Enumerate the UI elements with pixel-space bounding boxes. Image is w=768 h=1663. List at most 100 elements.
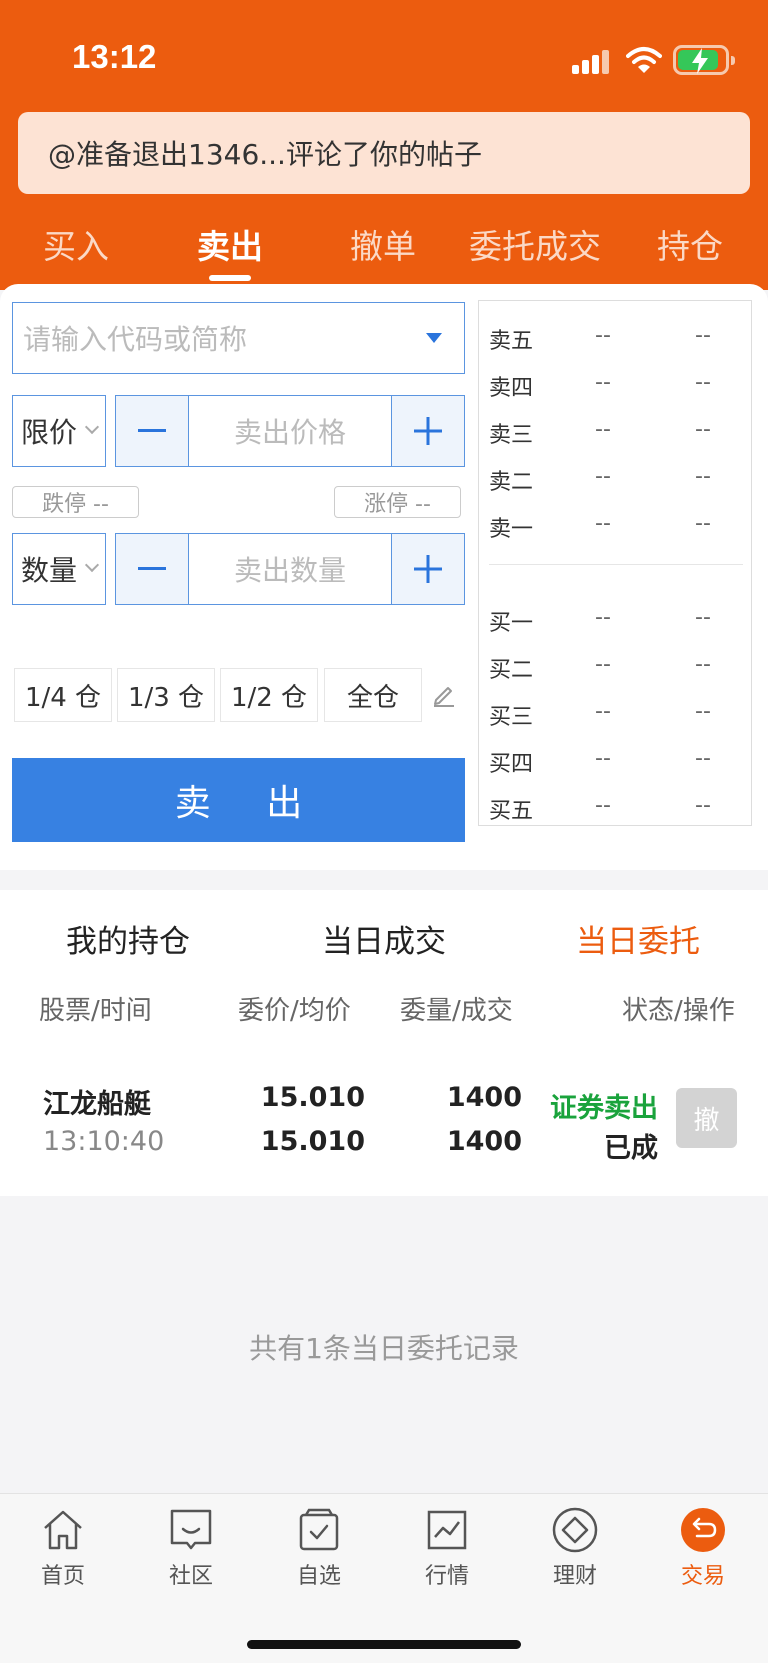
tab-cancel-order[interactable]: 撤单 [350, 220, 416, 268]
order-book-row: 卖二 -- -- [489, 464, 743, 495]
level-label: 卖四 [489, 376, 534, 401]
position-half-button[interactable]: 1/2 仓 [220, 668, 318, 722]
nav-community[interactable]: 社区 [136, 1506, 246, 1590]
chevron-down-icon [84, 419, 100, 435]
bottom-nav: 首页 社区 自选 行情 理财 交易 [0, 1493, 768, 1663]
limit-up-chip: 涨停 -- [334, 486, 461, 518]
trade-tabs: 买入 卖出 撤单 委托成交 持仓 [0, 210, 768, 282]
market-icon [427, 1510, 467, 1550]
quantity-type-select[interactable]: 数量 [12, 533, 106, 605]
level-volume: -- [695, 370, 711, 395]
active-tab-indicator [209, 275, 251, 281]
level-price: -- [595, 511, 611, 536]
column-header-stock-time: 股票/时间 [39, 996, 152, 1026]
nav-watchlist-label: 自选 [296, 1564, 341, 1589]
tab-today-orders[interactable]: 当日委托 [576, 916, 700, 961]
level-label: 买四 [489, 752, 534, 777]
trade-panel: 请输入代码或简称 限价 卖出价格 跌停 -- 涨停 -- 数量 卖出数量 1/4… [0, 284, 768, 870]
minus-icon [138, 567, 166, 570]
order-book-row: 卖三 -- -- [489, 417, 743, 448]
level-price: -- [595, 323, 611, 348]
plus-icon [414, 417, 442, 445]
price-decrease-button[interactable] [116, 396, 189, 466]
position-quarter-button[interactable]: 1/4 仓 [14, 668, 112, 722]
quantity-decrease-button[interactable] [116, 534, 189, 604]
minus-icon [138, 429, 166, 432]
nav-home-label: 首页 [40, 1564, 85, 1589]
records-summary: 共有1条当日委托记录 [249, 1332, 519, 1365]
price-type-value: 限价 [21, 416, 78, 449]
price-stepper: 卖出价格 [115, 395, 465, 467]
dropdown-arrow-icon[interactable] [426, 333, 442, 343]
home-icon [44, 1510, 82, 1550]
order-price: 15.010 [260, 1082, 365, 1113]
nav-home[interactable]: 首页 [8, 1506, 118, 1590]
level-volume: -- [695, 652, 711, 677]
column-header-price: 委价/均价 [238, 996, 351, 1026]
order-type: 证券卖出 [550, 1093, 658, 1124]
wifi-icon [626, 47, 662, 73]
level-price: -- [595, 793, 611, 818]
header: 13:12 @准备退出1346...评论了你的帖子 买入 卖出 撤单 委托成交 … [0, 0, 768, 290]
trade-icon [681, 1508, 725, 1552]
wealth-icon [552, 1507, 598, 1553]
sell-submit-button[interactable]: 卖 出 [12, 758, 465, 842]
price-input[interactable]: 卖出价格 [189, 396, 391, 466]
level-volume: -- [695, 323, 711, 348]
level-price: -- [595, 417, 611, 442]
cancel-order-button[interactable]: 撤 [676, 1088, 737, 1148]
level-label: 买二 [489, 658, 534, 683]
level-label: 买一 [489, 611, 534, 636]
order-book-row: 买五 -- -- [489, 793, 743, 824]
level-volume: -- [695, 699, 711, 724]
community-icon [170, 1509, 212, 1550]
level-label: 买三 [489, 705, 534, 730]
position-full-button[interactable]: 全仓 [324, 668, 422, 722]
average-price: 15.010 [260, 1126, 365, 1157]
order-quantity: 1400 [446, 1082, 522, 1113]
limit-down-chip: 跌停 -- [12, 486, 139, 518]
notification-text: @准备退出1346...评论了你的帖子 [48, 138, 482, 171]
edit-pencil-icon[interactable] [430, 680, 458, 708]
level-label: 卖一 [489, 517, 534, 542]
level-price: -- [595, 370, 611, 395]
order-time: 13:10:40 [43, 1126, 165, 1157]
quantity-input[interactable]: 卖出数量 [189, 534, 391, 604]
tab-holdings[interactable]: 持仓 [657, 220, 723, 268]
order-book-row: 买三 -- -- [489, 699, 743, 730]
order-book-row: 买二 -- -- [489, 652, 743, 683]
nav-market-label: 行情 [424, 1564, 469, 1589]
order-status: 已成 [604, 1133, 658, 1164]
price-type-select[interactable]: 限价 [12, 395, 106, 467]
level-label: 买五 [489, 799, 534, 824]
level-volume: -- [695, 464, 711, 489]
plus-icon [414, 555, 442, 583]
tab-buy[interactable]: 买入 [43, 220, 109, 268]
order-book: 卖五 -- -- 卖四 -- -- 卖三 -- -- 卖二 -- -- 卖一 -… [478, 300, 752, 826]
stock-code-placeholder: 请输入代码或简称 [23, 323, 248, 356]
column-header-status: 状态/操作 [622, 996, 735, 1026]
tab-my-holdings[interactable]: 我的持仓 [66, 916, 190, 961]
nav-wealth[interactable]: 理财 [520, 1506, 630, 1590]
level-price: -- [595, 464, 611, 489]
price-increase-button[interactable] [391, 396, 464, 466]
chevron-down-icon [84, 557, 100, 573]
level-volume: -- [695, 793, 711, 818]
level-price: -- [595, 605, 611, 630]
order-book-divider [489, 564, 743, 565]
nav-watchlist[interactable]: 自选 [264, 1506, 374, 1590]
tab-today-trades[interactable]: 当日成交 [322, 916, 446, 961]
tab-orders-trades[interactable]: 委托成交 [469, 220, 601, 268]
order-book-row: 卖一 -- -- [489, 511, 743, 542]
level-price: -- [595, 746, 611, 771]
nav-trade[interactable]: 交易 [648, 1506, 758, 1590]
nav-market[interactable]: 行情 [392, 1506, 502, 1590]
comment-notification[interactable]: @准备退出1346...评论了你的帖子 [18, 112, 750, 194]
tab-sell[interactable]: 卖出 [197, 220, 263, 268]
quantity-increase-button[interactable] [391, 534, 464, 604]
stock-name: 江龙船艇 [43, 1089, 151, 1120]
orders-section: 我的持仓 当日成交 当日委托 股票/时间 委价/均价 委量/成交 状态/操作 江… [0, 890, 768, 1196]
position-third-button[interactable]: 1/3 仓 [117, 668, 215, 722]
cellular-signal-icon [572, 50, 612, 74]
stock-code-input[interactable]: 请输入代码或简称 [12, 302, 465, 374]
